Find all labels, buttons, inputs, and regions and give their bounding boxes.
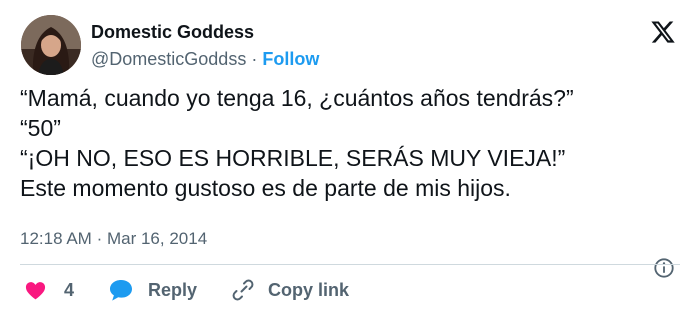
handle[interactable]: @DomesticGoddss xyxy=(91,49,246,69)
x-logo-icon[interactable] xyxy=(650,19,676,45)
speech-bubble-icon xyxy=(110,280,132,301)
action-bar: 4 Reply Copy link xyxy=(0,275,700,305)
copy-link-label: Copy link xyxy=(268,279,350,300)
reply-label: Reply xyxy=(148,279,198,300)
handle-line: @DomesticGoddss · Follow xyxy=(91,49,319,70)
timestamp-separator: · xyxy=(96,229,103,248)
avatar-image xyxy=(21,15,81,75)
like-count: 4 xyxy=(64,279,75,300)
like-button[interactable]: 4 xyxy=(24,275,74,305)
follow-button[interactable]: Follow xyxy=(262,49,319,69)
divider xyxy=(20,264,680,265)
copy-link-button[interactable]: Copy link xyxy=(231,275,349,305)
handle-separator: · xyxy=(251,49,258,69)
tweet-line: “50” xyxy=(20,115,61,141)
tweet-line: “Mamá, cuando yo tenga 16, ¿cuántos años… xyxy=(20,85,574,111)
tweet-line: “¡OH NO, ESO ES HORRIBLE, SERÁS MUY VIEJ… xyxy=(20,145,566,171)
tweet-date: Mar 16, 2014 xyxy=(106,229,208,248)
tweet-card: Domestic Goddess @DomesticGoddss · Follo… xyxy=(0,0,700,318)
heart-icon xyxy=(25,281,46,299)
tweet-line: Este momento gustoso es de parte de mis … xyxy=(20,175,511,201)
display-name[interactable]: Domestic Goddess xyxy=(91,22,254,43)
tweet-timestamp[interactable]: 12:18 AM · Mar 16, 2014 xyxy=(20,229,207,249)
tweet-text: “Mamá, cuando yo tenga 16, ¿cuántos años… xyxy=(20,83,690,203)
link-icon xyxy=(232,279,254,301)
avatar[interactable] xyxy=(21,15,81,75)
tweet-time: 12:18 AM xyxy=(20,229,92,248)
reply-button[interactable]: Reply xyxy=(108,275,197,305)
